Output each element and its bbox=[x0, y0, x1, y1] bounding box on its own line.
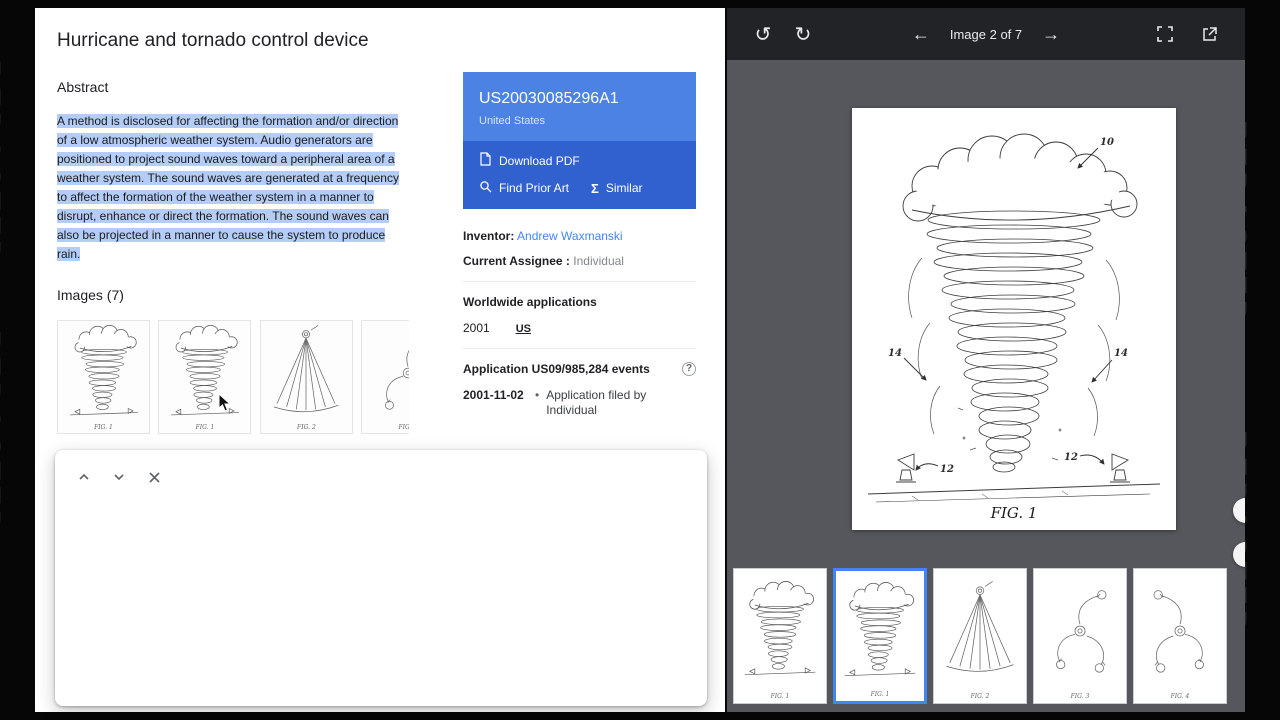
thumb-caption: FIG. 1 bbox=[870, 691, 890, 698]
event-description: Application filed by Individual bbox=[546, 388, 647, 417]
pdf-icon bbox=[479, 152, 492, 169]
thumb-caption: FIG. 2 bbox=[970, 693, 990, 700]
patent-image-thumb-1[interactable]: FIG. 1 bbox=[57, 320, 150, 434]
previous-image-icon[interactable]: ← bbox=[912, 24, 930, 45]
viewer-thumbnail-2-selected[interactable]: FIG. 1 bbox=[833, 568, 927, 704]
viewer-thumbnail-4[interactable]: FIG. 3 bbox=[1033, 568, 1127, 704]
assignee-value: Individual bbox=[573, 254, 624, 268]
viewer-thumbnail-5[interactable]: FIG. 4 bbox=[1133, 568, 1227, 704]
publication-number: US20030085296A1 bbox=[479, 90, 619, 107]
find-next-button[interactable] bbox=[108, 466, 130, 488]
application-year: 2001 bbox=[463, 321, 490, 335]
publication-country: United States bbox=[479, 115, 546, 127]
figure-label-12-right: 12 bbox=[1064, 452, 1078, 463]
figure-label-14-left: 14 bbox=[888, 348, 902, 359]
page-title: Hurricane and tornado control device bbox=[57, 30, 369, 51]
download-pdf-label: Download PDF bbox=[499, 153, 580, 168]
download-pdf-button[interactable]: Download PDF bbox=[479, 152, 580, 169]
worldwide-heading: Worldwide applications bbox=[463, 295, 597, 309]
viewer-thumbnail-strip: FIG. 1 FIG. 1 FIG. 2 FIG. 3 FIG. 4 bbox=[727, 560, 1245, 712]
inventor-link[interactable]: Andrew Waxmanski bbox=[517, 229, 623, 243]
figure-label-14-right: 14 bbox=[1114, 348, 1128, 359]
find-previous-button[interactable] bbox=[73, 466, 95, 488]
publication-header: US20030085296A1 United States bbox=[463, 72, 696, 141]
inventor-label: Inventor: bbox=[463, 229, 515, 243]
thumb-caption: FIG. 4 bbox=[1170, 693, 1190, 700]
thumb-caption: FIG. 1 bbox=[195, 424, 215, 431]
thumb-caption: FIG. 3 bbox=[398, 424, 409, 431]
find-prior-art-button[interactable]: Find Prior Art bbox=[479, 180, 569, 196]
next-image-icon[interactable]: → bbox=[1042, 24, 1060, 45]
mouse-cursor bbox=[218, 392, 232, 418]
similar-button[interactable]: Σ Similar bbox=[591, 181, 642, 196]
figure-label-12-left: 12 bbox=[940, 464, 954, 475]
divider bbox=[463, 348, 696, 349]
viewer-thumbnail-1[interactable]: FIG. 1 bbox=[733, 568, 827, 704]
patent-info-card: US20030085296A1 United States Download P… bbox=[463, 72, 696, 418]
background-watermark: REDACTED bbox=[0, 60, 6, 267]
thumb-caption: FIG. 2 bbox=[297, 424, 316, 431]
close-icon[interactable] bbox=[143, 466, 165, 488]
image-counter: Image 2 of 7 bbox=[949, 26, 1023, 42]
application-events-label: Application US09/985,284 events bbox=[463, 362, 650, 376]
assignee-label: Current Assignee : bbox=[463, 254, 570, 268]
thumb-caption: FIG. 1 bbox=[770, 693, 790, 700]
screen: REDACTED REDACTED REDACTED REDACTED Hurr… bbox=[0, 0, 1280, 720]
patent-image-thumb-2[interactable]: FIG. 1 bbox=[158, 320, 252, 434]
thumb-caption: FIG. 1 bbox=[94, 424, 113, 431]
abstract-selected-text: A method is disclosed for affecting the … bbox=[57, 114, 399, 261]
event-bullet-icon: • bbox=[535, 388, 540, 402]
abstract-text: A method is disclosed for affecting the … bbox=[57, 112, 399, 264]
prior-art-search-icon bbox=[479, 180, 492, 196]
help-icon[interactable]: ? bbox=[682, 362, 696, 376]
patent-image-thumb-3[interactable]: FIG. 2 bbox=[259, 320, 353, 434]
patent-image-thumb-4[interactable]: FIG. 3 bbox=[361, 320, 409, 434]
open-in-new-icon[interactable] bbox=[1191, 8, 1227, 60]
card-meta: Inventor: Andrew Waxmanski Current Assig… bbox=[463, 209, 696, 418]
event-row: 2001-11-02 • Application filed by Indivi… bbox=[463, 388, 696, 418]
viewer-toolbar: ↺ ↻ ← Image 2 of 7 → bbox=[727, 8, 1245, 60]
viewer-thumbnail-3[interactable]: FIG. 2 bbox=[933, 568, 1027, 704]
viewer-stage: 10 14 14 12 12 FIG. 1 bbox=[727, 60, 1245, 567]
patent-images-strip: FIG. 1 FIG. 1 FIG. 2 FIG. 3 bbox=[57, 320, 409, 442]
event-date: 2001-11-02 bbox=[463, 388, 524, 402]
fullscreen-icon[interactable] bbox=[1147, 8, 1183, 60]
abstract-heading: Abstract bbox=[57, 79, 109, 95]
figure-label-10: 10 bbox=[1100, 137, 1114, 148]
card-actions: Download PDF Find Prior Art Σ Similar bbox=[463, 141, 696, 209]
patent-document-panel: Hurricane and tornado control device Abs… bbox=[35, 8, 725, 712]
similar-label: Similar bbox=[605, 181, 643, 195]
figure-caption: FIG. 1 bbox=[990, 504, 1038, 522]
images-heading: Images (7) bbox=[57, 287, 124, 303]
sigma-icon: Σ bbox=[591, 180, 599, 196]
find-in-page-panel bbox=[55, 450, 707, 706]
patent-figure: 10 14 14 12 12 FIG. 1 bbox=[852, 108, 1176, 530]
region-us-link[interactable]: US bbox=[516, 323, 531, 335]
image-viewer-panel: ↺ ↻ ← Image 2 of 7 → 10 14 14 12 12 FIG.… bbox=[727, 8, 1245, 712]
thumb-caption: FIG. 3 bbox=[1070, 693, 1090, 700]
divider bbox=[463, 281, 696, 282]
edge-button-partial[interactable] bbox=[1233, 498, 1245, 523]
background-watermark: REDACTED bbox=[0, 330, 6, 537]
find-prior-art-label: Find Prior Art bbox=[499, 181, 570, 195]
